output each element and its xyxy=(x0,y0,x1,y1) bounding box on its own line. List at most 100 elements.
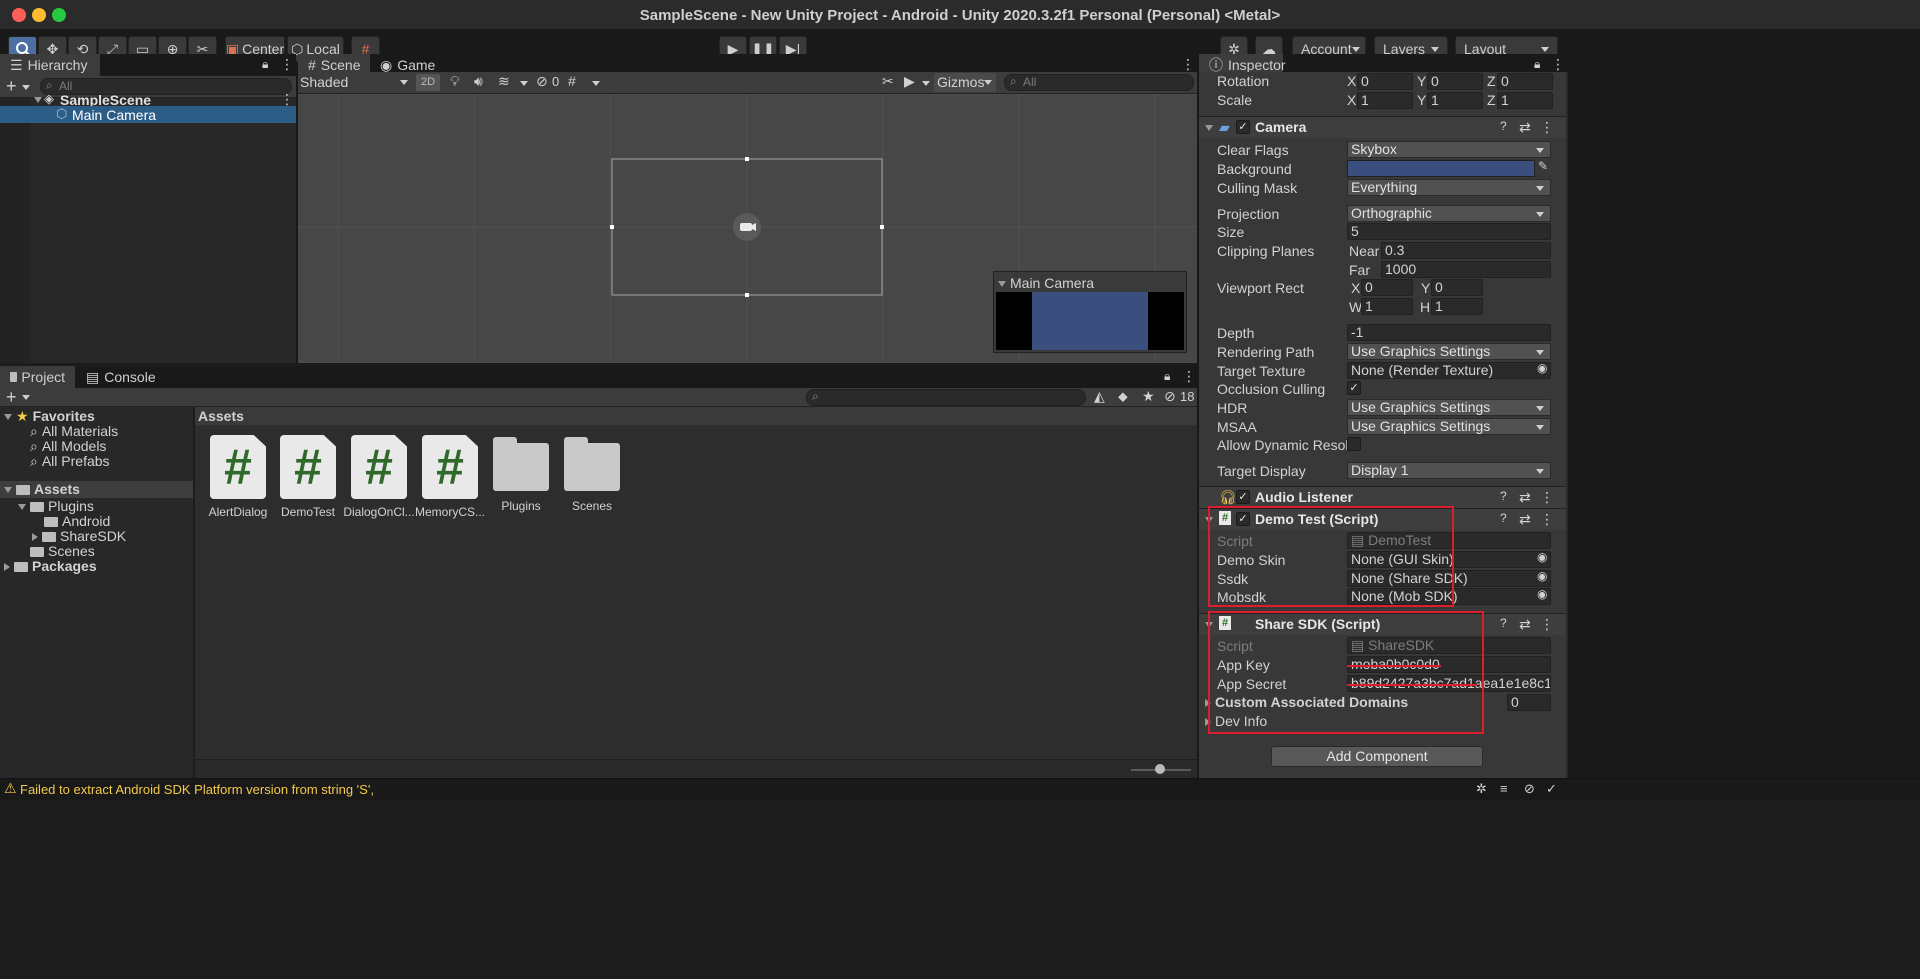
msaa-dropdown[interactable]: Use Graphics Settings xyxy=(1347,418,1551,435)
more-icon[interactable]: ⋮ xyxy=(1181,56,1195,73)
more-icon[interactable]: ⋮ xyxy=(1540,119,1554,136)
object-picker-icon[interactable]: ◉ xyxy=(1537,361,1547,375)
auto-generate-icon[interactable]: ⊘ xyxy=(1524,781,1535,797)
asset-folder[interactable]: Scenes xyxy=(552,435,632,513)
eyedropper-icon[interactable]: ✎ xyxy=(1538,159,1548,173)
add-icon[interactable]: + xyxy=(6,76,17,96)
tree-item-assets[interactable]: Assets xyxy=(0,481,193,498)
asset-script[interactable]: # MemoryCS... xyxy=(410,435,490,519)
label-icon[interactable]: ⬥ xyxy=(1118,388,1128,405)
tree-item-plugins[interactable]: Plugins xyxy=(18,498,94,514)
camera-enabled-checkbox[interactable]: ✓ xyxy=(1236,120,1250,134)
inspector-scrollbar[interactable] xyxy=(1566,72,1568,778)
dynamic-resolution-checkbox[interactable] xyxy=(1347,437,1361,451)
breadcrumb-item[interactable]: Assets xyxy=(198,408,244,424)
asset-folder[interactable]: Plugins xyxy=(481,435,561,513)
audio-listener-enabled-checkbox[interactable]: ✓ xyxy=(1236,490,1250,504)
check-icon[interactable]: ✓ xyxy=(1546,781,1557,797)
object-picker-icon[interactable]: ◉ xyxy=(1537,569,1547,583)
custom-domains-count-field[interactable]: 0 xyxy=(1507,694,1551,711)
chevron-right-icon[interactable] xyxy=(4,563,10,571)
2d-toggle-button[interactable]: 2D xyxy=(416,74,440,91)
effects-icon[interactable]: ≋ xyxy=(498,73,510,90)
far-field[interactable]: 1000 xyxy=(1381,261,1551,278)
add-component-button[interactable]: Add Component xyxy=(1271,746,1483,767)
chevron-down-icon[interactable] xyxy=(34,97,42,103)
project-search-input[interactable] xyxy=(806,389,1086,406)
tab-console[interactable]: ▤ Console xyxy=(76,366,156,388)
preset-icon[interactable]: ⇄ xyxy=(1519,511,1531,528)
help-icon[interactable]: ? xyxy=(1500,119,1507,133)
chevron-right-icon[interactable] xyxy=(32,533,38,541)
background-color-field[interactable] xyxy=(1347,160,1535,177)
tab-hierarchy[interactable]: ☰ Hierarchy xyxy=(0,54,100,76)
tree-item-packages[interactable]: Packages xyxy=(4,558,97,574)
chevron-down-icon[interactable] xyxy=(922,81,930,86)
target-texture-field[interactable]: None (Render Texture) xyxy=(1347,362,1551,379)
rotation-x-field[interactable]: 0 xyxy=(1357,73,1413,90)
preset-icon[interactable]: ⇄ xyxy=(1519,616,1531,633)
size-field[interactable]: 5 xyxy=(1347,223,1551,240)
preset-icon[interactable]: ⇄ xyxy=(1519,489,1531,506)
lighting-icon[interactable]: 💡︎ xyxy=(450,73,460,90)
preset-icon[interactable]: ⇄ xyxy=(1519,119,1531,136)
camera-component-header[interactable]: ▰ ✓ Camera ? ⇄ ⋮ xyxy=(1199,116,1566,138)
visibility-icon[interactable]: ⊘ xyxy=(1164,388,1176,405)
chevron-down-icon[interactable] xyxy=(4,414,12,420)
status-message[interactable]: Failed to extract Android SDK Platform v… xyxy=(20,782,374,797)
filter-type-icon[interactable]: ◭ xyxy=(1094,388,1105,405)
chevron-down-icon[interactable] xyxy=(4,487,12,493)
visibility-icon[interactable]: ⊘ xyxy=(536,73,548,90)
more-icon[interactable]: ⋮ xyxy=(1540,489,1554,506)
chevron-down-icon[interactable] xyxy=(18,504,26,510)
chevron-down-icon[interactable] xyxy=(1205,125,1213,131)
viewport-x-field[interactable]: 0 xyxy=(1361,279,1413,296)
rendering-path-dropdown[interactable]: Use Graphics Settings xyxy=(1347,343,1551,360)
depth-field[interactable]: -1 xyxy=(1347,324,1551,341)
culling-mask-dropdown[interactable]: Everything xyxy=(1347,179,1551,196)
asset-script[interactable]: # AlertDialog xyxy=(198,435,278,519)
object-picker-icon[interactable]: ◉ xyxy=(1537,550,1547,564)
lock-icon[interactable]: 🔒︎ xyxy=(262,57,268,72)
projection-dropdown[interactable]: Orthographic xyxy=(1347,205,1551,222)
gizmos-dropdown[interactable]: Gizmos xyxy=(934,73,996,92)
viewport-y-field[interactable]: 0 xyxy=(1431,279,1483,296)
chevron-down-icon[interactable] xyxy=(22,395,30,400)
progress-icon[interactable]: ≡ xyxy=(1500,781,1508,796)
more-icon[interactable]: ⋮ xyxy=(1182,368,1196,385)
target-display-dropdown[interactable]: Display 1 xyxy=(1347,462,1551,479)
scale-x-field[interactable]: 1 xyxy=(1357,92,1413,109)
viewport-w-field[interactable]: 1 xyxy=(1361,298,1413,315)
list-item-main-camera[interactable]: ⬡ Main Camera xyxy=(0,106,296,123)
scene-search-input[interactable]: All xyxy=(1004,74,1194,91)
tools-icon[interactable]: ✂ xyxy=(882,73,894,90)
more-icon[interactable]: ⋮ xyxy=(280,56,294,73)
near-field[interactable]: 0.3 xyxy=(1381,242,1551,259)
hdr-dropdown[interactable]: Use Graphics Settings xyxy=(1347,399,1551,416)
more-icon[interactable]: ⋮ xyxy=(1551,56,1565,73)
chevron-down-icon[interactable] xyxy=(520,81,528,86)
scale-z-field[interactable]: 1 xyxy=(1497,92,1553,109)
clear-flags-dropdown[interactable]: Skybox xyxy=(1347,141,1551,158)
object-picker-icon[interactable]: ◉ xyxy=(1537,587,1547,601)
camera-icon[interactable]: ▶ xyxy=(904,73,915,90)
favorite-icon[interactable]: ★ xyxy=(1142,388,1155,405)
add-icon[interactable]: + xyxy=(6,387,17,407)
tab-project[interactable]: Project xyxy=(0,366,75,388)
tree-item-android[interactable]: Android xyxy=(44,513,110,529)
audio-icon[interactable]: 🔊︎ xyxy=(474,73,483,90)
shading-mode-dropdown[interactable]: Shaded xyxy=(300,74,408,91)
rotation-z-field[interactable]: 0 xyxy=(1497,73,1553,90)
help-icon[interactable]: ? xyxy=(1500,489,1507,503)
more-icon[interactable]: ⋮ xyxy=(1540,511,1554,528)
lock-icon[interactable]: 🔒︎ xyxy=(1534,57,1540,72)
more-icon[interactable]: ⋮ xyxy=(1540,616,1554,633)
viewport-h-field[interactable]: 1 xyxy=(1431,298,1483,315)
debug-icon[interactable]: ✲ xyxy=(1476,781,1487,797)
tree-item-sharesdk[interactable]: ShareSDK xyxy=(32,528,126,544)
chevron-down-icon[interactable] xyxy=(592,81,600,86)
slider-thumb[interactable] xyxy=(1155,764,1165,774)
audio-listener-component-header[interactable]: 🎧︎ ✓ Audio Listener ? ⇄ ⋮ xyxy=(1199,486,1566,508)
chevron-down-icon[interactable] xyxy=(22,85,30,90)
rotation-y-field[interactable]: 0 xyxy=(1427,73,1483,90)
